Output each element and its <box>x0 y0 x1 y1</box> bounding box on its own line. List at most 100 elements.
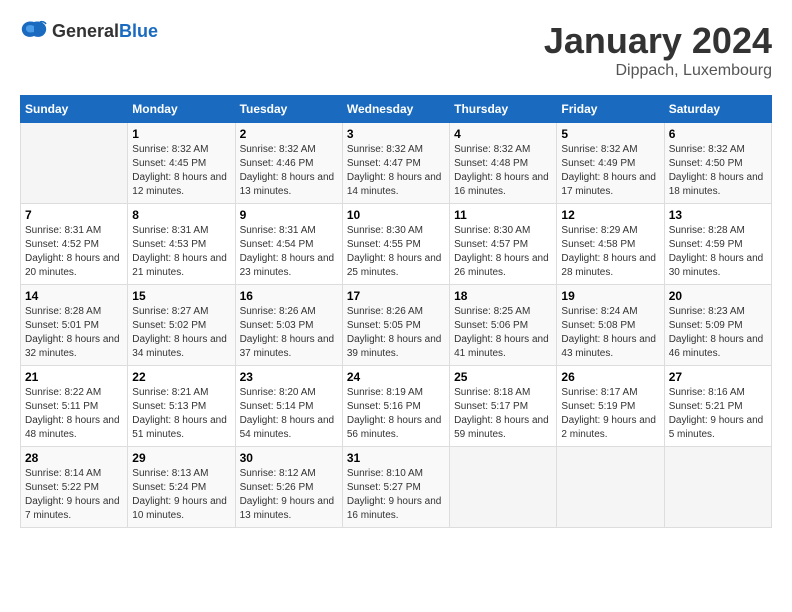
day-info: Sunrise: 8:28 AM Sunset: 5:01 PM Dayligh… <box>25 305 123 361</box>
table-row: 15 Sunrise: 8:27 AM Sunset: 5:02 PM Dayl… <box>128 285 235 366</box>
sunset-text: Sunset: 5:08 PM <box>561 320 635 331</box>
sunset-text: Sunset: 4:50 PM <box>669 158 743 169</box>
sunrise-text: Sunrise: 8:32 AM <box>561 144 637 155</box>
table-row: 14 Sunrise: 8:28 AM Sunset: 5:01 PM Dayl… <box>21 285 128 366</box>
col-friday: Friday <box>557 96 664 123</box>
day-number: 9 <box>240 208 338 222</box>
table-row: 21 Sunrise: 8:22 AM Sunset: 5:11 PM Dayl… <box>21 366 128 447</box>
sunset-text: Sunset: 5:01 PM <box>25 320 99 331</box>
table-row: 12 Sunrise: 8:29 AM Sunset: 4:58 PM Dayl… <box>557 204 664 285</box>
day-info: Sunrise: 8:31 AM Sunset: 4:53 PM Dayligh… <box>132 224 230 280</box>
sunrise-text: Sunrise: 8:24 AM <box>561 306 637 317</box>
sunrise-text: Sunrise: 8:30 AM <box>454 225 530 236</box>
sunset-text: Sunset: 5:22 PM <box>25 482 99 493</box>
day-number: 5 <box>561 127 659 141</box>
page-header: GeneralBlue January 2024 Dippach, Luxemb… <box>20 20 772 80</box>
table-row <box>450 447 557 528</box>
sunset-text: Sunset: 5:27 PM <box>347 482 421 493</box>
sunset-text: Sunset: 4:54 PM <box>240 239 314 250</box>
day-info: Sunrise: 8:28 AM Sunset: 4:59 PM Dayligh… <box>669 224 767 280</box>
table-row <box>557 447 664 528</box>
sunrise-text: Sunrise: 8:23 AM <box>669 306 745 317</box>
table-row: 24 Sunrise: 8:19 AM Sunset: 5:16 PM Dayl… <box>342 366 449 447</box>
day-number: 16 <box>240 289 338 303</box>
table-row: 19 Sunrise: 8:24 AM Sunset: 5:08 PM Dayl… <box>557 285 664 366</box>
logo-icon <box>20 20 48 42</box>
table-row: 2 Sunrise: 8:32 AM Sunset: 4:46 PM Dayli… <box>235 123 342 204</box>
day-number: 8 <box>132 208 230 222</box>
sunset-text: Sunset: 5:24 PM <box>132 482 206 493</box>
table-row: 3 Sunrise: 8:32 AM Sunset: 4:47 PM Dayli… <box>342 123 449 204</box>
day-info: Sunrise: 8:25 AM Sunset: 5:06 PM Dayligh… <box>454 305 552 361</box>
daylight-text: Daylight: 8 hours and 23 minutes. <box>240 253 335 278</box>
day-number: 27 <box>669 370 767 384</box>
day-info: Sunrise: 8:10 AM Sunset: 5:27 PM Dayligh… <box>347 467 445 523</box>
sunrise-text: Sunrise: 8:26 AM <box>240 306 316 317</box>
day-info: Sunrise: 8:20 AM Sunset: 5:14 PM Dayligh… <box>240 386 338 442</box>
sunrise-text: Sunrise: 8:32 AM <box>454 144 530 155</box>
day-number: 26 <box>561 370 659 384</box>
sunrise-text: Sunrise: 8:32 AM <box>669 144 745 155</box>
daylight-text: Daylight: 8 hours and 46 minutes. <box>669 334 764 359</box>
sunrise-text: Sunrise: 8:19 AM <box>347 387 423 398</box>
sunset-text: Sunset: 4:55 PM <box>347 239 421 250</box>
daylight-text: Daylight: 9 hours and 7 minutes. <box>25 496 120 521</box>
sunrise-text: Sunrise: 8:31 AM <box>240 225 316 236</box>
sunset-text: Sunset: 4:57 PM <box>454 239 528 250</box>
day-number: 20 <box>669 289 767 303</box>
day-number: 11 <box>454 208 552 222</box>
daylight-text: Daylight: 8 hours and 26 minutes. <box>454 253 549 278</box>
day-number: 4 <box>454 127 552 141</box>
col-saturday: Saturday <box>664 96 771 123</box>
col-tuesday: Tuesday <box>235 96 342 123</box>
daylight-text: Daylight: 9 hours and 5 minutes. <box>669 415 764 440</box>
daylight-text: Daylight: 8 hours and 18 minutes. <box>669 172 764 197</box>
day-number: 25 <box>454 370 552 384</box>
sunset-text: Sunset: 4:48 PM <box>454 158 528 169</box>
sunset-text: Sunset: 5:05 PM <box>347 320 421 331</box>
day-number: 3 <box>347 127 445 141</box>
daylight-text: Daylight: 8 hours and 39 minutes. <box>347 334 442 359</box>
table-row <box>21 123 128 204</box>
table-row: 18 Sunrise: 8:25 AM Sunset: 5:06 PM Dayl… <box>450 285 557 366</box>
sunset-text: Sunset: 5:13 PM <box>132 401 206 412</box>
daylight-text: Daylight: 8 hours and 41 minutes. <box>454 334 549 359</box>
daylight-text: Daylight: 8 hours and 51 minutes. <box>132 415 227 440</box>
day-number: 13 <box>669 208 767 222</box>
day-number: 6 <box>669 127 767 141</box>
sunset-text: Sunset: 5:16 PM <box>347 401 421 412</box>
daylight-text: Daylight: 8 hours and 16 minutes. <box>454 172 549 197</box>
calendar-header-row: Sunday Monday Tuesday Wednesday Thursday… <box>21 96 772 123</box>
day-info: Sunrise: 8:31 AM Sunset: 4:52 PM Dayligh… <box>25 224 123 280</box>
table-row: 20 Sunrise: 8:23 AM Sunset: 5:09 PM Dayl… <box>664 285 771 366</box>
table-row: 9 Sunrise: 8:31 AM Sunset: 4:54 PM Dayli… <box>235 204 342 285</box>
table-row: 31 Sunrise: 8:10 AM Sunset: 5:27 PM Dayl… <box>342 447 449 528</box>
logo-text: GeneralBlue <box>52 21 158 42</box>
sunset-text: Sunset: 4:45 PM <box>132 158 206 169</box>
day-info: Sunrise: 8:18 AM Sunset: 5:17 PM Dayligh… <box>454 386 552 442</box>
month-title: January 2024 <box>544 20 772 62</box>
calendar-week-row: 14 Sunrise: 8:28 AM Sunset: 5:01 PM Dayl… <box>21 285 772 366</box>
sunrise-text: Sunrise: 8:21 AM <box>132 387 208 398</box>
table-row: 7 Sunrise: 8:31 AM Sunset: 4:52 PM Dayli… <box>21 204 128 285</box>
sunrise-text: Sunrise: 8:22 AM <box>25 387 101 398</box>
sunset-text: Sunset: 5:14 PM <box>240 401 314 412</box>
day-info: Sunrise: 8:16 AM Sunset: 5:21 PM Dayligh… <box>669 386 767 442</box>
daylight-text: Daylight: 8 hours and 43 minutes. <box>561 334 656 359</box>
day-number: 18 <box>454 289 552 303</box>
sunrise-text: Sunrise: 8:28 AM <box>669 225 745 236</box>
sunrise-text: Sunrise: 8:18 AM <box>454 387 530 398</box>
day-info: Sunrise: 8:32 AM Sunset: 4:49 PM Dayligh… <box>561 143 659 199</box>
sunset-text: Sunset: 4:49 PM <box>561 158 635 169</box>
daylight-text: Daylight: 8 hours and 37 minutes. <box>240 334 335 359</box>
day-number: 2 <box>240 127 338 141</box>
day-number: 19 <box>561 289 659 303</box>
col-sunday: Sunday <box>21 96 128 123</box>
logo-general: General <box>52 21 119 41</box>
day-info: Sunrise: 8:23 AM Sunset: 5:09 PM Dayligh… <box>669 305 767 361</box>
daylight-text: Daylight: 8 hours and 13 minutes. <box>240 172 335 197</box>
day-info: Sunrise: 8:14 AM Sunset: 5:22 PM Dayligh… <box>25 467 123 523</box>
day-info: Sunrise: 8:19 AM Sunset: 5:16 PM Dayligh… <box>347 386 445 442</box>
sunset-text: Sunset: 5:26 PM <box>240 482 314 493</box>
day-number: 1 <box>132 127 230 141</box>
